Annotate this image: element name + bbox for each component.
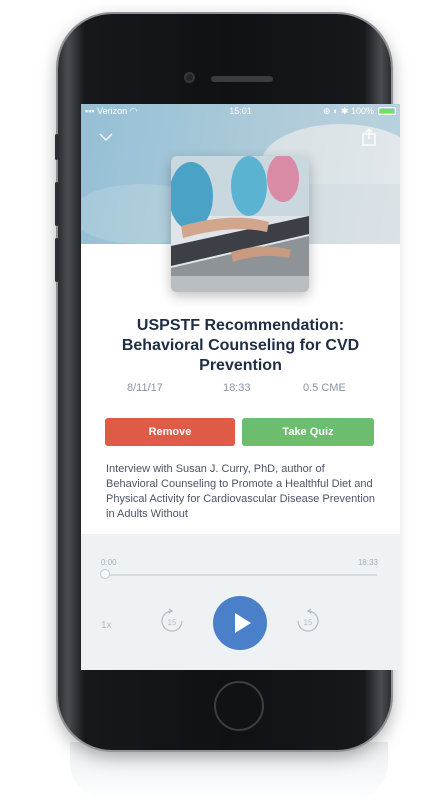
- forward-seconds: 15: [304, 618, 313, 627]
- take-quiz-button[interactable]: Take Quiz: [242, 418, 374, 446]
- progress-thumb[interactable]: [100, 569, 110, 579]
- home-button[interactable]: [214, 681, 264, 731]
- front-camera: [184, 72, 195, 83]
- forward-15-icon[interactable]: 15: [295, 608, 321, 634]
- chevron-down-icon[interactable]: [99, 130, 113, 144]
- mute-switch: [55, 134, 58, 160]
- play-button[interactable]: [213, 596, 267, 650]
- audio-player: 0:00 18:33 1x 15 15: [81, 534, 400, 670]
- remove-button[interactable]: Remove: [105, 418, 235, 446]
- play-icon: [235, 613, 251, 633]
- forward-15-glyph: 15: [297, 608, 319, 632]
- episode-credit: 0.5 CME: [303, 382, 346, 394]
- volume-down-button: [55, 238, 58, 282]
- playback-speed[interactable]: 1x: [101, 620, 112, 631]
- episode-title: USPSTF Recommendation: Behavioral Counse…: [121, 317, 360, 374]
- status-bar: ▪▪▪ Verizon ◠ 15:01 ⊕ ◐ ✱ 100%: [81, 104, 400, 118]
- episode-artwork: [171, 156, 309, 292]
- total-time: 18:33: [357, 558, 378, 567]
- phone-reflection: [70, 742, 388, 802]
- episode-meta: 8/11/17 18:33 0.5 CME: [81, 382, 400, 398]
- episode-date: 8/11/17: [127, 382, 163, 394]
- app-screen: ▪▪▪ Verizon ◠ 15:01 ⊕ ◐ ✱ 100% USPSTF Re…: [81, 104, 400, 670]
- progress-track[interactable]: [105, 574, 377, 576]
- battery-percent: ⊕ ◐ ✱ 100%: [322, 106, 374, 116]
- share-icon[interactable]: [361, 128, 377, 146]
- battery-icon: [378, 107, 396, 115]
- episode-duration: 18:33: [223, 382, 251, 394]
- rewind-seconds: 15: [168, 618, 177, 627]
- volume-up-button: [55, 182, 58, 226]
- treadmill-photo: [171, 156, 309, 292]
- episode-description: Interview with Susan J. Curry, PhD, auth…: [106, 463, 376, 520]
- rewind-15-glyph: 15: [161, 608, 183, 632]
- rewind-15-icon[interactable]: 15: [159, 608, 185, 634]
- earpiece-speaker: [211, 76, 273, 82]
- elapsed-time: 0:00: [101, 558, 117, 567]
